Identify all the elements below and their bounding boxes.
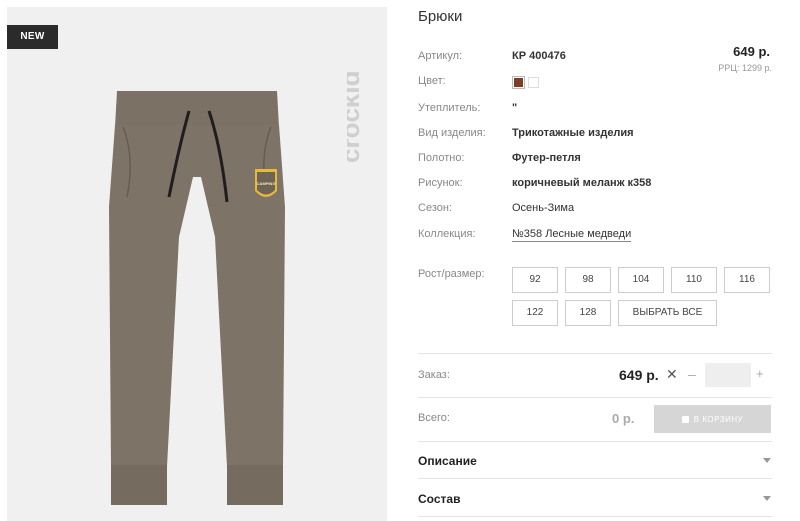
size-button-128[interactable]: 128	[565, 300, 611, 326]
order-label: Заказ:	[418, 369, 450, 381]
composition-toggle[interactable]: Состав	[418, 492, 460, 506]
chevron-down-icon[interactable]	[763, 458, 771, 463]
rrp-price: РРЦ: 1299 р.	[718, 63, 772, 73]
increment-button[interactable]: +	[756, 366, 764, 381]
brand-logo: crockid	[347, 71, 365, 164]
type-value: Трикотажные изделия	[512, 127, 634, 139]
fabric-label: Полотно:	[418, 152, 465, 164]
size-button-92[interactable]: 92	[512, 267, 558, 293]
article-value: КР 400476	[512, 50, 566, 62]
product-price: 649 р.	[733, 44, 770, 59]
pattern-value: коричневый меланж к358	[512, 177, 652, 189]
cart-icon	[681, 415, 689, 423]
color-swatch-brown[interactable]	[512, 76, 525, 89]
article-label: Артикул:	[418, 50, 463, 62]
size-button-98[interactable]: 98	[565, 267, 611, 293]
size-button-104[interactable]: 104	[618, 267, 664, 293]
order-price: 649 р.	[619, 367, 659, 383]
multiply-icon: ✕	[666, 366, 678, 382]
size-label: Рост/размер:	[418, 268, 485, 280]
fabric-value: Футер-петля	[512, 152, 581, 164]
divider	[418, 397, 772, 398]
size-button-110[interactable]: 110	[671, 267, 717, 293]
collection-label: Коллекция:	[418, 228, 476, 240]
divider	[418, 353, 772, 354]
color-swatch-blank[interactable]	[528, 77, 539, 88]
total-value: 0 р.	[612, 411, 635, 426]
product-title: Брюки	[418, 8, 463, 25]
type-label: Вид изделия:	[418, 127, 486, 139]
divider	[418, 441, 772, 442]
svg-text:crockid: crockid	[347, 71, 365, 164]
insulation-value: "	[512, 102, 518, 114]
size-button-122[interactable]: 122	[512, 300, 558, 326]
collection-link[interactable]: №358 Лесные медведи	[512, 228, 632, 242]
season-label: Сезон:	[418, 202, 452, 214]
total-label: Всего:	[418, 412, 450, 424]
size-button-116[interactable]: 116	[724, 267, 770, 293]
add-to-cart-button[interactable]: В КОРЗИНУ	[654, 405, 771, 433]
new-badge: NEW	[7, 25, 58, 49]
quantity-input[interactable]	[705, 363, 751, 387]
decrement-button[interactable]: –	[688, 366, 696, 382]
pattern-label: Рисунок:	[418, 177, 463, 189]
add-to-cart-label: В КОРЗИНУ	[693, 414, 744, 424]
product-photo[interactable]: NEW crockid CAMPING	[7, 7, 387, 521]
chevron-down-icon[interactable]	[763, 496, 771, 501]
pants-image: CAMPING	[109, 91, 285, 505]
color-label: Цвет:	[418, 75, 446, 87]
insulation-label: Утеплитель:	[418, 102, 481, 114]
select-all-sizes-button[interactable]: ВЫБРАТЬ ВСЕ	[618, 300, 717, 326]
description-toggle[interactable]: Описание	[418, 454, 477, 468]
svg-text:CAMPING: CAMPING	[257, 181, 276, 186]
divider	[418, 478, 772, 479]
divider	[418, 516, 772, 517]
season-value: Осень-Зима	[512, 202, 575, 214]
